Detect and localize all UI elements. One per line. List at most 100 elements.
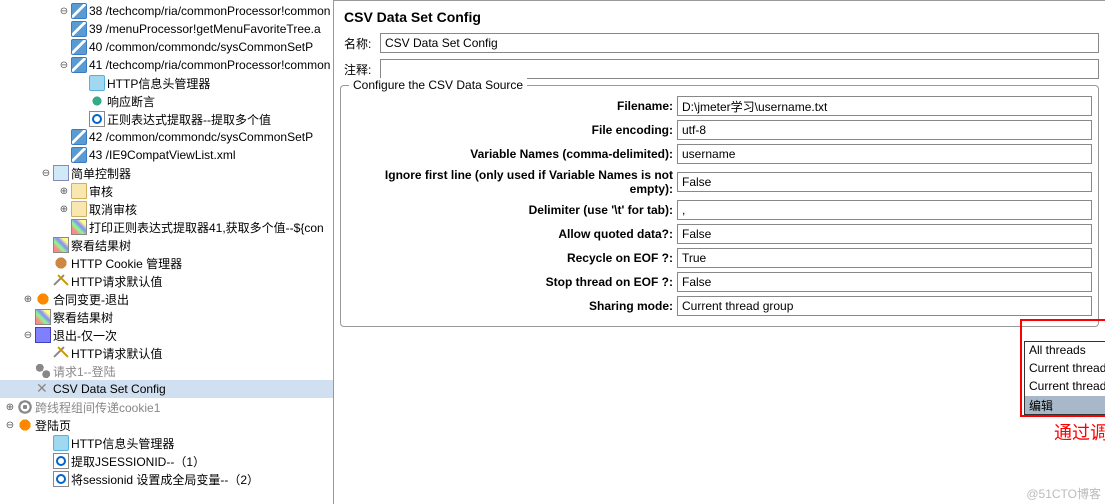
gear-icon	[17, 399, 33, 415]
tree-node[interactable]: 43 /IE9CompatViewList.xml	[0, 146, 333, 164]
extract-icon	[53, 471, 69, 487]
tree-node-label: 退出-仅一次	[53, 327, 117, 344]
tree-node[interactable]: ⊖ 退出-仅一次	[0, 326, 333, 344]
ignore-select[interactable]	[677, 172, 1092, 192]
tree-toggle-icon	[76, 113, 88, 125]
config-panel: CSV Data Set Config 名称: 注释: Configure th…	[334, 0, 1105, 504]
varnames-label: Variable Names (comma-delimited):	[347, 147, 677, 161]
extract-icon	[53, 453, 69, 469]
tree-toggle-icon[interactable]: ⊖	[40, 167, 52, 179]
comment-label: 注释:	[340, 61, 380, 78]
encoding-input[interactable]	[677, 120, 1092, 140]
tree-node[interactable]: ⊕跨线程组间传递cookie1	[0, 398, 333, 416]
tree-toggle-icon[interactable]: ⊖	[22, 329, 34, 341]
tree-toggle-icon	[58, 149, 70, 161]
tree-node-label: 简单控制器	[71, 165, 131, 182]
tree-node[interactable]: ⊕ 合同变更-退出	[0, 290, 333, 308]
tree-node[interactable]: HTTP请求默认值	[0, 344, 333, 362]
sampler-icon	[71, 21, 87, 37]
tree-node[interactable]: ⊖38 /techcomp/ria/commonProcessor!common	[0, 2, 333, 20]
comment-input[interactable]	[380, 59, 1099, 79]
tree-node[interactable]: 察看结果树	[0, 236, 333, 254]
tree-node[interactable]: HTTP信息头管理器	[0, 434, 333, 452]
tree-node-label: 提取JSESSIONID--（1）	[71, 453, 205, 470]
tree-toggle-icon	[40, 347, 52, 359]
recycle-select[interactable]	[677, 248, 1092, 268]
tree-node-label: 正则表达式提取器--提取多个值	[107, 111, 271, 128]
tree-node-label: 43 /IE9CompatViewList.xml	[89, 148, 236, 162]
folder-icon	[71, 183, 87, 199]
dropdown-option[interactable]: Current thread group	[1025, 360, 1105, 378]
tree-toggle-icon[interactable]: ⊕	[58, 185, 70, 197]
tree-node[interactable]: ⊖登陆页	[0, 416, 333, 434]
sharing-dropdown[interactable]: All threadsCurrent thread groupCurrent t…	[1024, 341, 1105, 415]
tree-node-label: 请求1--登陆	[53, 363, 116, 380]
tree-node[interactable]: 42 /common/commondc/sysCommonSetP	[0, 128, 333, 146]
config-icon	[53, 345, 69, 361]
tree-toggle-icon[interactable]: ⊕	[22, 293, 34, 305]
annotation-text: 通过调整这里，可以改变取参数的顺序。	[1054, 421, 1105, 445]
tree-node-label: 合同变更-退出	[53, 291, 129, 308]
tree-node[interactable]: 打印正则表达式提取器41,获取多个值--${con	[0, 218, 333, 236]
filename-input[interactable]	[677, 96, 1092, 116]
tree-node[interactable]: ⊖41 /techcomp/ria/commonProcessor!common	[0, 56, 333, 74]
tree-toggle-icon[interactable]: ⊖	[4, 419, 16, 431]
tree-node-label: 40 /common/commondc/sysCommonSetP	[89, 40, 313, 54]
sharing-label: Sharing mode:	[347, 299, 677, 313]
tree-node[interactable]: HTTP信息头管理器	[0, 74, 333, 92]
assert-icon	[89, 93, 105, 109]
tree-toggle-icon	[58, 131, 70, 143]
tree-node[interactable]: HTTP请求默认值	[0, 272, 333, 290]
sharing-select[interactable]	[677, 296, 1092, 316]
tree-toggle-icon[interactable]: ⊖	[58, 5, 70, 17]
stop-select[interactable]	[677, 272, 1092, 292]
tree-node[interactable]: 将sessionid 设置成全局变量--（2）	[0, 470, 333, 488]
tree-node[interactable]: CSV Data Set Config	[0, 380, 333, 398]
quoted-select[interactable]	[677, 224, 1092, 244]
listener-icon	[35, 309, 51, 325]
ignore-label: Ignore first line (only used if Variable…	[347, 168, 677, 196]
quoted-label: Allow quoted data?:	[347, 227, 677, 241]
varnames-input[interactable]	[677, 144, 1092, 164]
folder-icon	[71, 201, 87, 217]
tree-toggle-icon	[40, 437, 52, 449]
tree-toggle-icon	[40, 257, 52, 269]
threadgroup-icon	[35, 363, 51, 379]
tree-node[interactable]: 39 /menuProcessor!getMenuFavoriteTree.a	[0, 20, 333, 38]
header-icon	[53, 435, 69, 451]
tree-panel: ⊖38 /techcomp/ria/commonProcessor!common…	[0, 0, 334, 504]
tree-node-label: 将sessionid 设置成全局变量--（2）	[71, 471, 259, 488]
cookie-icon	[53, 255, 69, 271]
dropdown-option[interactable]: All threads	[1025, 342, 1105, 360]
config-icon	[53, 273, 69, 289]
tree-node[interactable]: 提取JSESSIONID--（1）	[0, 452, 333, 470]
tree-node[interactable]: 正则表达式提取器--提取多个值	[0, 110, 333, 128]
tree-node[interactable]: ⊖ 简单控制器	[0, 164, 333, 182]
tree-node-label: HTTP请求默认值	[71, 345, 162, 362]
extract-icon	[89, 111, 105, 127]
badge-icon	[17, 417, 33, 433]
tree-toggle-icon[interactable]: ⊕	[4, 401, 16, 413]
name-label: 名称:	[340, 35, 380, 52]
tree-node[interactable]: 请求1--登陆	[0, 362, 333, 380]
tree-node[interactable]: ⊕取消审核	[0, 200, 333, 218]
tree-toggle-icon[interactable]: ⊖	[58, 59, 70, 71]
tree-toggle-icon	[22, 365, 34, 377]
fieldset-legend: Configure the CSV Data Source	[349, 78, 527, 92]
name-input[interactable]	[380, 33, 1099, 53]
tree-node-label: HTTP信息头管理器	[107, 75, 210, 92]
tree-node[interactable]: HTTP Cookie 管理器	[0, 254, 333, 272]
filename-label: Filename:	[347, 99, 677, 113]
tree-node[interactable]: 40 /common/commondc/sysCommonSetP	[0, 38, 333, 56]
dropdown-option[interactable]: Current thread	[1025, 378, 1105, 396]
tree-node-label: HTTP Cookie 管理器	[71, 255, 182, 272]
tree-toggle-icon[interactable]: ⊕	[58, 203, 70, 215]
tree-node-label: CSV Data Set Config	[53, 382, 166, 396]
tree-node[interactable]: ⊕审核	[0, 182, 333, 200]
dropdown-option[interactable]: 编辑	[1025, 396, 1105, 414]
tree-node[interactable]: 察看结果树	[0, 308, 333, 326]
delimiter-input[interactable]	[677, 200, 1092, 220]
tree-node[interactable]: 响应断言	[0, 92, 333, 110]
tree-toggle-icon	[22, 311, 34, 323]
tree-node-label: HTTP信息头管理器	[71, 435, 174, 452]
